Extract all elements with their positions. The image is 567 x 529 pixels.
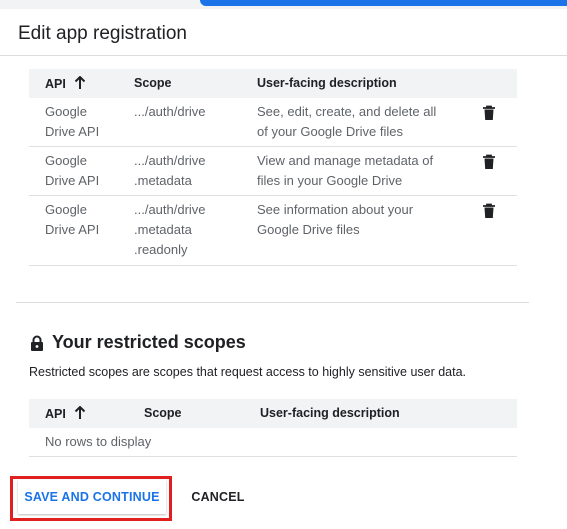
table-row: Google Drive API .../auth/drive .metadat… <box>29 147 517 196</box>
scopes-table: API Scope User-facing description Google… <box>29 69 517 266</box>
row-description: See, edit, create, and delete all of you… <box>257 104 437 139</box>
section-title: Your restricted scopes <box>52 332 246 352</box>
table-row: Google Drive API .../auth/drive See, edi… <box>29 98 517 147</box>
divider <box>0 55 567 56</box>
row-api: Google Drive API <box>45 104 100 139</box>
restricted-description: Restricted scopes are scopes that reques… <box>29 365 467 379</box>
column-header-api[interactable]: API <box>45 76 86 91</box>
column-header-description[interactable]: User-facing description <box>257 76 397 90</box>
cancel-button[interactable]: CANCEL <box>180 480 256 514</box>
table-row: Google Drive API .../auth/drive .metadat… <box>29 196 517 266</box>
arrow-up-icon[interactable] <box>74 76 86 90</box>
section-divider <box>16 302 529 303</box>
table-header: API Scope User-facing description <box>29 399 517 428</box>
row-description: View and manage metadata of files in you… <box>257 153 434 188</box>
top-bar <box>0 0 567 9</box>
trash-icon[interactable] <box>482 105 496 121</box>
top-accent-bar <box>200 0 567 6</box>
column-header-api[interactable]: API <box>45 406 86 421</box>
row-scope: .../auth/drive .metadata .readonly <box>134 202 206 257</box>
arrow-up-icon[interactable] <box>74 406 86 420</box>
column-header-scope[interactable]: Scope <box>144 406 182 420</box>
row-description: See information about your Google Drive … <box>257 202 414 237</box>
row-scope: .../auth/drive <box>134 104 206 119</box>
page-title: Edit app registration <box>18 23 187 44</box>
trash-icon[interactable] <box>482 154 496 170</box>
empty-message: No rows to display <box>45 434 152 449</box>
column-header-scope[interactable]: Scope <box>134 76 172 90</box>
trash-icon[interactable] <box>482 203 496 219</box>
restricted-scopes-heading: Your restricted scopes <box>30 332 246 353</box>
restricted-scopes-table: API Scope User-facing description No row… <box>29 399 517 457</box>
row-api: Google Drive API <box>45 202 100 237</box>
column-header-description[interactable]: User-facing description <box>260 406 400 420</box>
row-scope: .../auth/drive .metadata <box>134 153 206 188</box>
table-header: API Scope User-facing description <box>29 69 517 98</box>
empty-row: No rows to display <box>29 428 517 457</box>
save-and-continue-button[interactable]: SAVE AND CONTINUE <box>18 480 166 514</box>
row-api: Google Drive API <box>45 153 100 188</box>
lock-icon <box>31 335 43 351</box>
